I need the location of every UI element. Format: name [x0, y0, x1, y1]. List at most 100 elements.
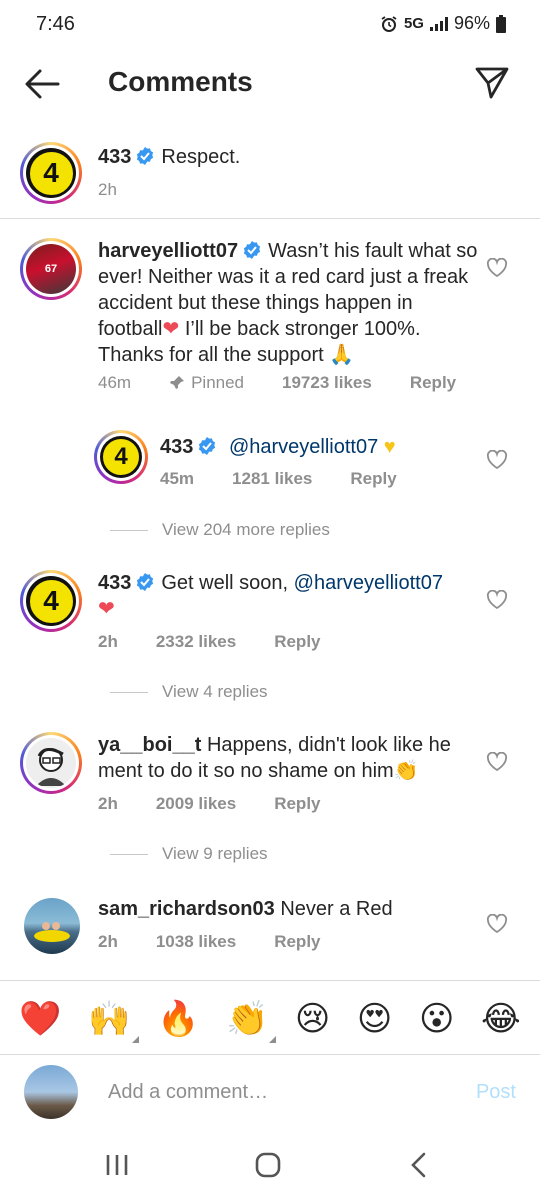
comment-text-block: ya__boi__t Happens, didn't look like he … [98, 732, 478, 784]
comment-item: sam_richardson03 Never a Red 2h 1038 lik… [0, 894, 540, 964]
status-time: 7:46 [36, 13, 75, 35]
caption-text: 433 Respect. [98, 144, 478, 170]
reply-button[interactable]: Reply [274, 632, 320, 652]
comment-item: 67 harveyelliott07 Wasn’t his fault what … [0, 236, 540, 396]
avatar[interactable]: 67 [20, 238, 82, 300]
comment-text: Never a Red [280, 898, 393, 920]
comment-text: Get well soon, [161, 572, 289, 594]
clapping-emoji: 👏 [393, 760, 419, 782]
boat-photo [34, 922, 70, 942]
emoji-laughing[interactable]: 😂 [481, 999, 521, 1039]
comment-meta: 46m Pinned 19723 likes Reply [98, 373, 456, 393]
emoji-crying[interactable]: 😢 [295, 999, 330, 1039]
status-icons: 5G 96% [380, 13, 506, 34]
mention-link[interactable]: @harveyelliott07 [294, 572, 443, 594]
red-heart-emoji: ❤ [162, 318, 180, 340]
like-count[interactable]: 1038 likes [156, 932, 236, 952]
network-label: 5G [403, 15, 424, 32]
alarm-icon [381, 15, 397, 32]
emoji-clapping[interactable]: 👏 [226, 999, 277, 1043]
comment-meta: 45m 1281 likes Reply [160, 469, 397, 489]
comment-time: 2h [98, 180, 117, 199]
emoji-surprised[interactable]: 😮 [419, 999, 454, 1039]
comment-input-row: Post [0, 1054, 540, 1128]
comment-meta: 2h 2009 likes Reply [98, 794, 321, 814]
comment-item: ya__boi__t Happens, didn't look like he … [0, 730, 540, 820]
praying-hands-emoji: 🙏 [329, 344, 355, 366]
my-avatar [24, 1065, 78, 1119]
view-replies-button[interactable]: View 204 more replies [110, 520, 330, 540]
username[interactable]: 433 [98, 146, 131, 168]
back-nav-icon[interactable] [404, 1150, 434, 1180]
divider [0, 218, 540, 219]
comment-text-block: harveyelliott07 Wasn’t his fault what so … [98, 238, 480, 368]
comment-time: 45m [160, 469, 195, 488]
comment-text-block: sam_richardson03 Never a Red [98, 896, 478, 922]
comment-input[interactable] [108, 1077, 428, 1107]
comment-meta: 2h 2332 likes Reply [98, 632, 321, 652]
heart-outline-icon[interactable] [486, 752, 508, 772]
divider [0, 980, 540, 981]
verified-icon [137, 147, 154, 165]
battery-icon [496, 14, 506, 33]
signal-icon [429, 16, 448, 31]
username[interactable]: ya__boi__t [98, 734, 201, 756]
heart-outline-icon[interactable] [486, 914, 508, 934]
avatar[interactable] [20, 732, 82, 794]
like-count[interactable]: 2332 likes [156, 632, 236, 652]
recent-apps-icon[interactable] [102, 1150, 132, 1180]
username[interactable]: 433 [160, 436, 193, 458]
avatar[interactable]: 4 [94, 430, 148, 484]
system-nav-bar [0, 1130, 540, 1200]
comment-time: 46m [98, 373, 132, 392]
avatar[interactable]: 4 [20, 570, 82, 632]
home-icon[interactable] [253, 1150, 283, 1180]
back-arrow-icon[interactable] [22, 66, 62, 102]
reply-button[interactable]: Reply [274, 794, 320, 814]
post-button[interactable]: Post [476, 1081, 516, 1104]
heart-outline-icon[interactable] [486, 450, 508, 470]
page-title: Comments [108, 66, 253, 97]
view-replies-button[interactable]: View 4 replies [110, 682, 268, 702]
comment-text: Respect. [161, 146, 241, 168]
reply-button[interactable]: Reply [350, 469, 396, 489]
red-heart-emoji: ❤ [98, 598, 115, 620]
comment-text-block: 433 @harveyelliott07 ♥ [160, 434, 480, 460]
emoji-fire[interactable]: 🔥 [157, 999, 199, 1039]
cartoon-avatar-image [36, 748, 66, 786]
reply-button[interactable]: Reply [410, 373, 456, 393]
battery-percent: 96% [453, 13, 490, 33]
header: Comments [0, 52, 540, 116]
username[interactable]: harveyelliott07 [98, 240, 238, 262]
comment-time: 2h [98, 794, 118, 813]
pin-icon [170, 376, 185, 389]
heart-outline-icon[interactable] [486, 590, 508, 610]
username[interactable]: sam_richardson03 [98, 898, 275, 920]
send-icon[interactable] [474, 64, 510, 100]
like-count[interactable]: 2009 likes [156, 794, 236, 814]
verified-icon [199, 437, 216, 455]
pinned-label: Pinned [169, 373, 244, 393]
verified-icon [137, 573, 154, 591]
caption: 4 433 Respect. 2h [0, 140, 540, 218]
comment-time: 2h [98, 932, 118, 951]
mention-link[interactable]: @harveyelliott07 [229, 436, 378, 458]
emoji-raising-hands[interactable]: 🙌 [88, 999, 139, 1043]
status-bar: 7:46 5G 96% [0, 0, 540, 48]
username[interactable]: 433 [98, 572, 131, 594]
comment-text-block: 433 Get well soon, @harveyelliott07 ❤ [98, 570, 478, 622]
emoji-heart[interactable]: ❤️ [19, 999, 61, 1039]
emoji-heart-eyes[interactable]: 😍 [357, 999, 392, 1039]
verified-icon [243, 241, 261, 259]
avatar[interactable] [24, 898, 80, 954]
view-replies-button[interactable]: View 9 replies [110, 844, 268, 864]
reply-item: 4 433 @harveyelliott07 ♥ 45m 1281 likes … [0, 428, 540, 498]
comment-item: 4 433 Get well soon, @harveyelliott07 ❤ 2h… [0, 568, 540, 658]
yellow-heart-emoji: ♥ [383, 436, 396, 458]
comment-time: 2h [98, 632, 118, 651]
like-count[interactable]: 1281 likes [232, 469, 312, 489]
avatar[interactable]: 4 [20, 142, 82, 204]
heart-outline-icon[interactable] [486, 258, 508, 278]
like-count[interactable]: 19723 likes [282, 373, 372, 393]
reply-button[interactable]: Reply [274, 932, 320, 952]
